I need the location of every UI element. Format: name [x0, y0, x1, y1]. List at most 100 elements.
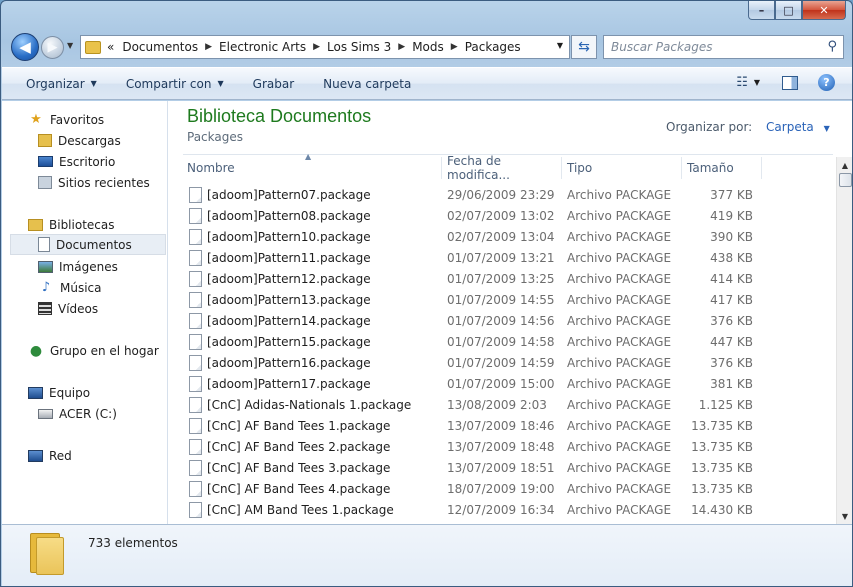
- breadcrumb-electronic-arts[interactable]: Electronic Arts: [219, 40, 306, 54]
- file-date: 01/07/2009 13:21: [447, 251, 555, 265]
- file-date: 01/07/2009 14:59: [447, 356, 555, 370]
- file-icon: [189, 229, 202, 245]
- sidebar-item-desktop[interactable]: Escritorio: [2, 151, 167, 172]
- sidebar-item-computer[interactable]: Equipo: [2, 382, 167, 403]
- file-size: 419 KB: [710, 209, 753, 223]
- search-icon[interactable]: ⚲: [827, 39, 837, 54]
- change-view-icon[interactable]: ☷: [736, 75, 748, 90]
- arrange-value-link[interactable]: Carpeta: [766, 120, 814, 134]
- breadcrumb-separator-icon[interactable]: ▶: [398, 42, 405, 52]
- table-row[interactable]: [CnC] AF Band Tees 2.package 13/07/2009 1…: [185, 437, 825, 458]
- videos-icon: [38, 302, 52, 315]
- file-name: [CnC] AM Band Tees 1.package: [207, 503, 394, 517]
- sidebar-item-drive-c[interactable]: ACER (C:): [2, 403, 167, 424]
- table-row[interactable]: [adoom]Pattern15.package 01/07/2009 14:58…: [185, 332, 825, 353]
- sidebar-item-downloads[interactable]: Descargas: [2, 130, 167, 151]
- maximize-button[interactable]: □: [775, 1, 802, 20]
- file-name: [adoom]Pattern07.package: [207, 188, 371, 202]
- sidebar-item-favorites[interactable]: ★ Favoritos: [2, 109, 167, 130]
- scroll-thumb[interactable]: [839, 173, 852, 187]
- file-icon: [189, 460, 202, 476]
- column-header-type[interactable]: Tipo: [563, 157, 682, 179]
- file-size: 377 KB: [710, 188, 753, 202]
- table-row[interactable]: [adoom]Pattern08.package 02/07/2009 13:02…: [185, 206, 825, 227]
- file-size: 447 KB: [710, 335, 753, 349]
- recent-pages-dropdown-icon[interactable]: ▼: [67, 41, 73, 50]
- breadcrumb-separator-icon[interactable]: ▶: [451, 42, 458, 52]
- breadcrumb-separator-icon[interactable]: ▶: [205, 42, 212, 52]
- organize-button[interactable]: Organizar ▼: [26, 77, 97, 91]
- file-date: 13/07/2009 18:51: [447, 461, 555, 475]
- back-button[interactable]: ◀: [11, 33, 39, 61]
- scroll-down-icon[interactable]: ▼: [837, 508, 852, 524]
- file-icon: [189, 397, 202, 413]
- table-row[interactable]: [CnC] AF Band Tees 1.package 13/07/2009 1…: [185, 416, 825, 437]
- table-row[interactable]: [CnC] AM Band Tees 1.package 12/07/2009 1…: [185, 500, 825, 521]
- column-header-name[interactable]: Nombre: [183, 157, 442, 179]
- folder-icon: [85, 40, 101, 54]
- share-button[interactable]: Compartir con ▼: [126, 77, 224, 91]
- sidebar-item-homegroup[interactable]: ● Grupo en el hogar: [2, 340, 167, 361]
- navigation-bar: ◀ ▶ ▼ « Documentos ▶ Electronic Arts ▶ L…: [1, 31, 852, 63]
- table-row[interactable]: [adoom]Pattern17.package 01/07/2009 15:00…: [185, 374, 825, 395]
- file-icon: [189, 481, 202, 497]
- file-size: 381 KB: [710, 377, 753, 391]
- breadcrumb-los-sims-3[interactable]: Los Sims 3: [327, 40, 391, 54]
- minimize-button[interactable]: –: [748, 1, 775, 20]
- breadcrumb-documentos[interactable]: Documentos: [122, 40, 198, 54]
- new-folder-button[interactable]: Nueva carpeta: [323, 77, 411, 91]
- search-input[interactable]: Buscar Packages ⚲: [603, 35, 844, 59]
- forward-button[interactable]: ▶: [41, 36, 64, 59]
- explorer-window: – □ ✕ ◀ ▶ ▼ « Documentos ▶ Electronic Ar…: [0, 0, 853, 587]
- arrange-label: Organizar por:: [666, 120, 753, 134]
- table-row[interactable]: [adoom]Pattern16.package 01/07/2009 14:59…: [185, 353, 825, 374]
- sidebar-item-images[interactable]: Imágenes: [2, 256, 167, 277]
- table-row[interactable]: [adoom]Pattern12.package 01/07/2009 13:25…: [185, 269, 825, 290]
- file-date: 18/07/2009 19:00: [447, 482, 555, 496]
- file-name: [CnC] AF Band Tees 4.package: [207, 482, 391, 496]
- command-bar: Organizar ▼ Compartir con ▼ Grabar Nueva…: [2, 67, 852, 100]
- refresh-button[interactable]: ⇆: [571, 35, 597, 59]
- breadcrumb-separator-icon[interactable]: ▶: [313, 42, 320, 52]
- scroll-up-icon[interactable]: ▲: [837, 157, 852, 173]
- breadcrumb-overflow[interactable]: «: [107, 40, 114, 54]
- table-row[interactable]: [adoom]Pattern11.package 01/07/2009 13:21…: [185, 248, 825, 269]
- file-name: [CnC] Adidas-Nationals 1.package: [207, 398, 412, 412]
- breadcrumb-packages[interactable]: Packages: [465, 40, 521, 54]
- chevron-down-icon: ▼: [217, 79, 224, 88]
- sidebar-item-network[interactable]: Red: [2, 445, 167, 466]
- table-row[interactable]: [CnC] AF Band Tees 3.package 13/07/2009 1…: [185, 458, 825, 479]
- share-label: Compartir con: [125, 76, 212, 91]
- column-header-date[interactable]: Fecha de modifica...: [443, 154, 562, 182]
- new-folder-label: Nueva carpeta: [323, 76, 412, 91]
- vertical-scrollbar[interactable]: ▲ ▼: [836, 157, 852, 524]
- table-row[interactable]: [CnC] Adidas-Nationals 1.package 13/08/20…: [185, 395, 825, 416]
- title-bar[interactable]: – □ ✕: [1, 1, 852, 27]
- breadcrumb-mods[interactable]: Mods: [412, 40, 444, 54]
- close-button[interactable]: ✕: [802, 1, 846, 20]
- file-size: 417 KB: [710, 293, 753, 307]
- column-header-size[interactable]: Tamaño: [683, 157, 762, 179]
- sidebar-item-music[interactable]: ♪ Música: [2, 277, 167, 298]
- help-icon[interactable]: ?: [818, 74, 835, 91]
- sidebar-item-libraries[interactable]: Bibliotecas: [2, 214, 167, 235]
- file-name: [adoom]Pattern10.package: [207, 230, 371, 244]
- desktop-icon: [38, 156, 53, 167]
- sidebar-item-videos[interactable]: Vídeos: [2, 298, 167, 319]
- chevron-down-icon[interactable]: ▼: [754, 78, 760, 87]
- chevron-down-icon[interactable]: ▼: [824, 124, 830, 133]
- table-row[interactable]: [CnC] AF Band Tees 4.package 18/07/2009 1…: [185, 479, 825, 500]
- table-row[interactable]: [adoom]Pattern13.package 01/07/2009 14:55…: [185, 290, 825, 311]
- sidebar-item-documents[interactable]: Documentos: [10, 234, 166, 255]
- table-row[interactable]: [adoom]Pattern10.package 02/07/2009 13:04…: [185, 227, 825, 248]
- burn-button[interactable]: Grabar: [253, 77, 295, 91]
- preview-pane-icon[interactable]: [782, 75, 798, 90]
- address-dropdown-icon[interactable]: ▼: [557, 41, 563, 50]
- file-date: 01/07/2009 15:00: [447, 377, 555, 391]
- address-bar[interactable]: « Documentos ▶ Electronic Arts ▶ Los Sim…: [80, 35, 570, 59]
- file-size: 13.735 KB: [691, 482, 753, 496]
- table-row[interactable]: [adoom]Pattern07.package 29/06/2009 23:29…: [185, 185, 825, 206]
- item-count: 733 elementos: [88, 536, 178, 550]
- table-row[interactable]: [adoom]Pattern14.package 01/07/2009 14:56…: [185, 311, 825, 332]
- sidebar-item-recent[interactable]: Sitios recientes: [2, 172, 167, 193]
